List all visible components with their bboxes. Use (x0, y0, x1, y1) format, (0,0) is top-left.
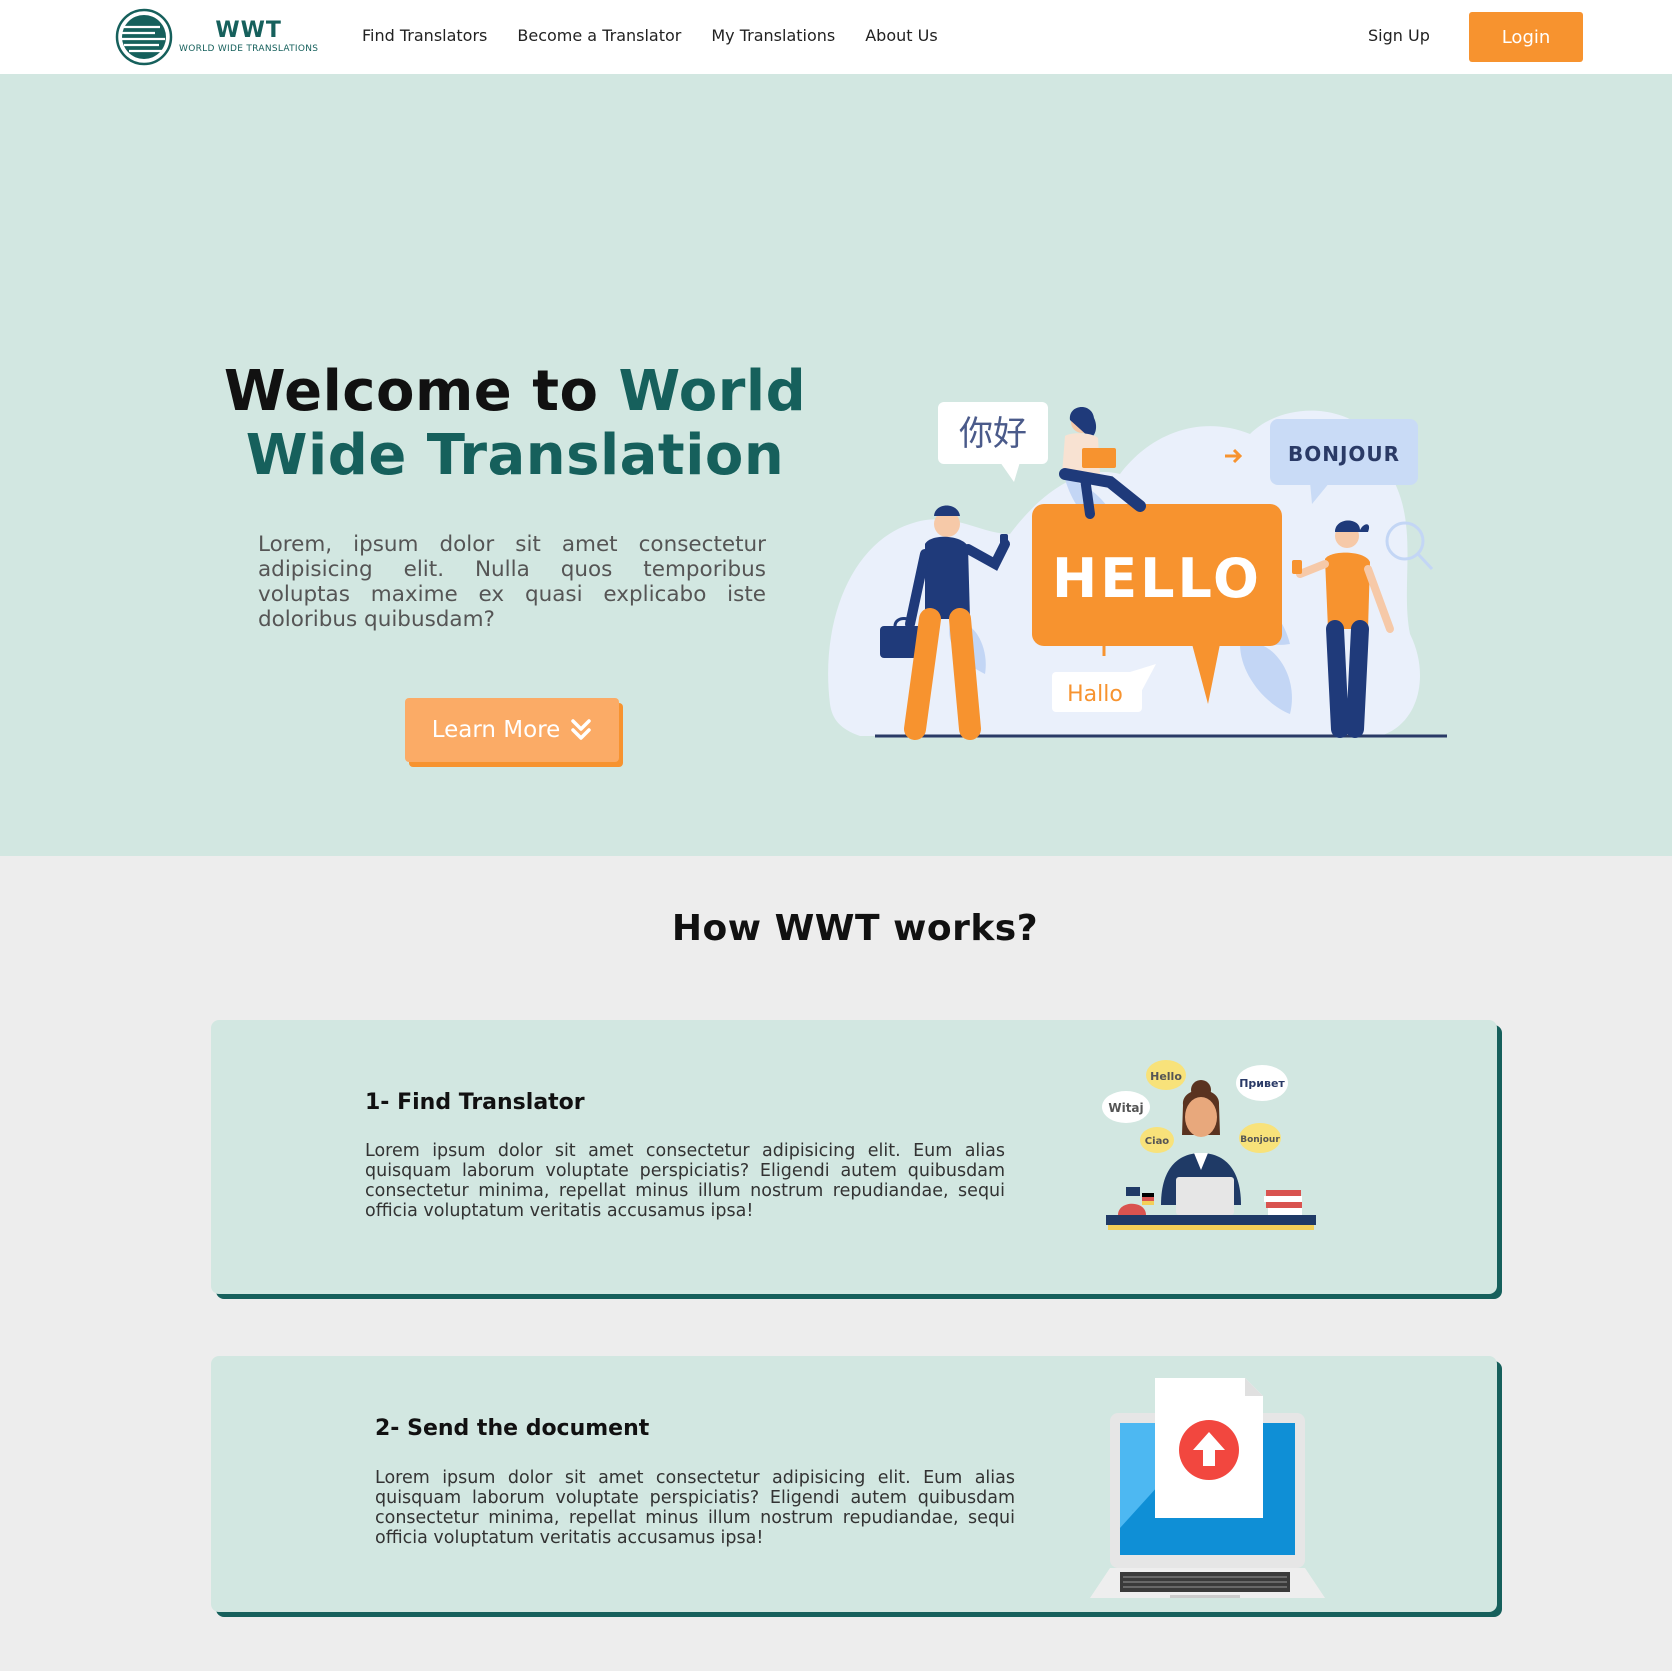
double-chevron-down-icon (571, 719, 592, 740)
nav-link-my-translations[interactable]: My Translations (711, 24, 835, 48)
hero-illustration: 你好 BONJOUR HELLO Hallo (828, 402, 1447, 740)
bubble-bonjour-small: Bonjour (1240, 1135, 1280, 1145)
nav-links: Find Translators Become a Translator My … (362, 24, 968, 48)
laptop-upload-illustration (1090, 1378, 1325, 1598)
bubble-privet: Привет (1239, 1077, 1285, 1090)
hero-description: Lorem, ipsum dolor sit amet consectetur … (258, 532, 766, 632)
step-text: Lorem ipsum dolor sit amet consectetur a… (365, 1141, 1005, 1221)
navbar: WWT WORLD WIDE TRANSLATIONS Find Transla… (0, 0, 1672, 74)
bubble-ciao: Ciao (1145, 1136, 1170, 1147)
step-title: 1- Find Translator (365, 1090, 585, 1115)
hero-section: Welcome to World Wide Translation Lorem,… (0, 74, 1672, 856)
logo-text: WWT WORLD WIDE TRANSLATIONS (179, 19, 318, 55)
logo-title: WWT (215, 18, 282, 43)
bubble-witaj: Witaj (1108, 1101, 1143, 1115)
step-card-find-translator: 1- Find Translator Lorem ipsum dolor sit… (211, 1020, 1497, 1294)
translator-illustration: Hello Привет Witaj Ciao Bonjour (1102, 1060, 1316, 1230)
learn-more-button[interactable]: Learn More (405, 698, 619, 762)
bubble-hello: HELLO (1052, 547, 1262, 610)
logo-subtitle: WORLD WIDE TRANSLATIONS (179, 44, 319, 54)
login-button[interactable]: Login (1469, 12, 1583, 62)
step-title: 2- Send the document (375, 1416, 650, 1441)
hero-title-part1: Welcome to (223, 359, 599, 424)
step-card-send-document: 2- Send the document Lorem ipsum dolor s… (211, 1356, 1497, 1612)
learn-more-label: Learn More (431, 717, 561, 743)
globe-logo-icon (115, 8, 173, 66)
nav-link-become-translator[interactable]: Become a Translator (517, 24, 681, 48)
bubble-hallo: Hallo (1067, 682, 1123, 707)
bubble-hello-small: Hello (1150, 1070, 1182, 1083)
sign-up-link[interactable]: Sign Up (1368, 24, 1430, 48)
bubble-bonjour: BONJOUR (1288, 442, 1400, 466)
nav-link-about-us[interactable]: About Us (865, 24, 937, 48)
nav-link-find-translators[interactable]: Find Translators (362, 24, 487, 48)
step-text: Lorem ipsum dolor sit amet consectetur a… (375, 1468, 1015, 1548)
how-it-works-title: How WWT works? (671, 908, 1039, 949)
bubble-nihao: 你好 (959, 414, 1027, 454)
logo[interactable]: WWT WORLD WIDE TRANSLATIONS (115, 8, 340, 66)
hero-title: Welcome to World Wide Translation (200, 360, 830, 488)
